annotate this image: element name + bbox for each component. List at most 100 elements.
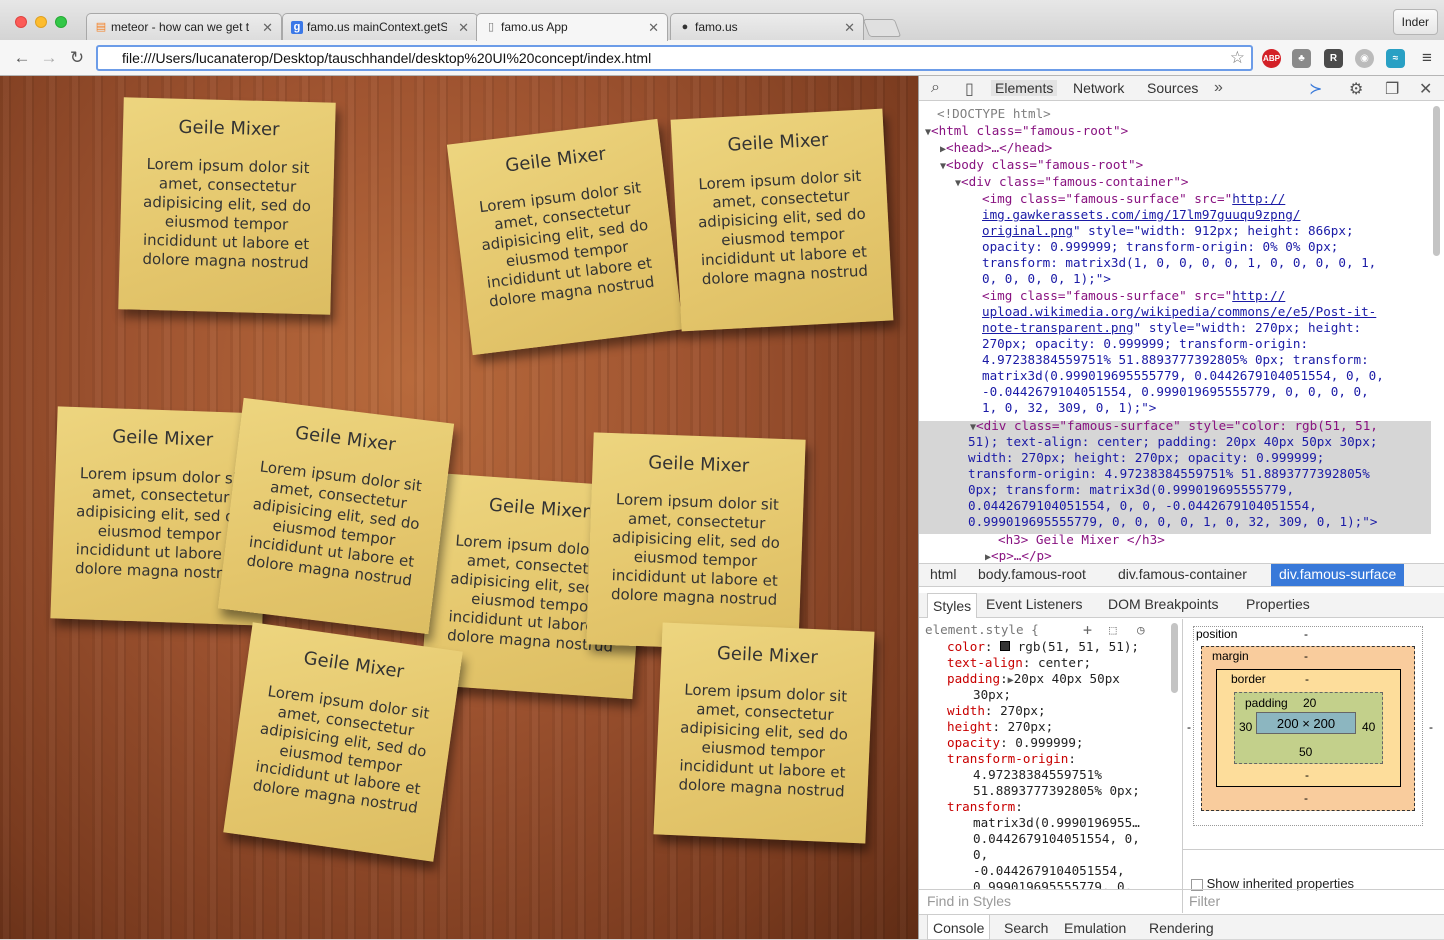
note-body: Lorem ipsum dolor sit amet, consectetur … bbox=[478, 178, 656, 311]
tab-close-icon[interactable]: ✕ bbox=[844, 20, 855, 36]
note-body: Lorem ipsum dolor sit amet, consectetur … bbox=[245, 457, 423, 590]
address-bar[interactable]: file:///Users/lucanaterop/Desktop/tausch… bbox=[96, 45, 1253, 71]
sticky-note[interactable]: Geile Mixer Lorem ipsum dolor sit amet, … bbox=[653, 622, 875, 844]
forward-arrow-icon[interactable]: → bbox=[39, 48, 59, 68]
style-prop-height[interactable]: height: 270px; bbox=[947, 719, 1053, 735]
device-mode-icon[interactable]: ▯ bbox=[965, 79, 974, 99]
chrome-menu-icon[interactable]: ≡ bbox=[1417, 48, 1437, 68]
new-tab-button[interactable] bbox=[862, 19, 902, 37]
filter-input[interactable]: Filter bbox=[1189, 893, 1220, 909]
tab-styles[interactable]: Styles bbox=[927, 593, 978, 618]
breadcrumb-html[interactable]: html bbox=[927, 566, 959, 582]
close-icon[interactable]: ✕ bbox=[1419, 79, 1432, 99]
more-tabs-icon[interactable]: » bbox=[1214, 79, 1223, 97]
tab-properties[interactable]: Properties bbox=[1246, 596, 1310, 612]
attr-line: 0px; transform: matrix3d(0.9990196955557… bbox=[968, 482, 1295, 497]
reload-icon[interactable]: ↻ bbox=[67, 48, 87, 68]
attr-line: 0.999019695555779, 0, 0, 0, 0, 1, 0, 32,… bbox=[968, 514, 1378, 529]
tab-sources[interactable]: Sources bbox=[1147, 80, 1198, 96]
img-src-link[interactable]: img.gawkerassets.com/img/17lm97guuqu9zpn… bbox=[982, 207, 1300, 223]
tab-rendering[interactable]: Rendering bbox=[1149, 920, 1214, 936]
profile-button[interactable]: Inder bbox=[1392, 9, 1438, 35]
style-prop-opacity[interactable]: opacity: 0.999999; bbox=[947, 735, 1084, 751]
bookmark-star-icon[interactable]: ☆ bbox=[1230, 48, 1245, 68]
browser-tab-active[interactable]: ▯ famo.us App ✕ bbox=[476, 13, 668, 41]
note-heading: Geile Mixer bbox=[726, 129, 829, 156]
dom-node-img[interactable]: <img class="famous-surface" src="http:// bbox=[982, 191, 1285, 207]
sticky-note[interactable]: Geile Mixer Lorem ipsum dolor sit amet, … bbox=[446, 118, 684, 356]
console-drawer-icon[interactable]: ≻ bbox=[1309, 79, 1322, 99]
tab-dom-breakpoints[interactable]: DOM Breakpoints bbox=[1108, 596, 1218, 612]
tab-close-icon[interactable]: ✕ bbox=[262, 20, 273, 36]
search-icon[interactable]: ⌕ bbox=[931, 79, 940, 97]
style-prop-transform[interactable]: transform: bbox=[947, 799, 1023, 815]
dom-node[interactable]: ▼<div class="famous-container"> bbox=[955, 174, 1189, 192]
metric-value: - bbox=[1305, 768, 1309, 782]
attr-line: opacity: 0.999999; transform-origin: 0% … bbox=[982, 239, 1339, 254]
browser-tab[interactable]: ▤ meteor - how can we get t ✕ bbox=[86, 13, 282, 41]
tab-close-icon[interactable]: ✕ bbox=[458, 20, 469, 36]
add-rule-icon[interactable]: + bbox=[1083, 622, 1092, 638]
img-src-link[interactable]: upload.wikimedia.org/wikipedia/commons/e… bbox=[982, 304, 1376, 320]
style-prop-transform-origin[interactable]: transform-origin: bbox=[947, 751, 1076, 767]
styles-pane[interactable]: element.style { + ⬚ ◷ color: rgb(51, 51,… bbox=[919, 619, 1181, 889]
padding-left-value[interactable]: 30 bbox=[1239, 720, 1252, 734]
dom-tree-scrollbar[interactable] bbox=[1433, 106, 1440, 256]
dock-side-icon[interactable]: ❐ bbox=[1385, 79, 1399, 99]
padding-bottom-value[interactable]: 50 bbox=[1299, 745, 1312, 759]
sticky-note[interactable]: Geile Mixer Lorem ipsum dolor sit amet, … bbox=[217, 397, 455, 635]
breadcrumb-body[interactable]: body.famous-root bbox=[975, 566, 1089, 582]
sticky-note[interactable]: Geile Mixer Lorem ipsum dolor sit amet, … bbox=[670, 108, 894, 332]
close-window-button[interactable] bbox=[15, 16, 27, 28]
color-swatch[interactable] bbox=[1000, 641, 1011, 651]
dom-node-img[interactable]: <img class="famous-surface" src="http:// bbox=[982, 288, 1285, 304]
style-value: matrix3d(0.9990196955… bbox=[973, 815, 1140, 830]
extension-wave-icon[interactable]: ≈ bbox=[1386, 49, 1405, 68]
extension-circle-icon[interactable]: ◉ bbox=[1355, 49, 1374, 68]
browser-tab[interactable]: ● famo.us ✕ bbox=[670, 13, 864, 41]
note-body: Lorem ipsum dolor sit amet, consectetur … bbox=[697, 166, 869, 289]
back-arrow-icon[interactable]: ← bbox=[12, 48, 32, 68]
find-in-styles-input[interactable]: Find in Styles bbox=[927, 893, 1011, 909]
breadcrumb-container[interactable]: div.famous-container bbox=[1115, 566, 1250, 582]
breadcrumb-surface[interactable]: div.famous-surface bbox=[1271, 564, 1405, 586]
adblock-plus-icon[interactable]: ABP bbox=[1262, 49, 1281, 68]
style-prop-width[interactable]: width: 270px; bbox=[947, 703, 1046, 719]
minimize-window-button[interactable] bbox=[35, 16, 47, 28]
extension-puzzle-icon[interactable]: ♣ bbox=[1292, 49, 1311, 68]
style-prop-color[interactable]: color: rgb(51, 51, 51); bbox=[947, 639, 1139, 655]
tab-event-listeners[interactable]: Event Listeners bbox=[986, 596, 1083, 612]
metric-value: - bbox=[1305, 672, 1309, 686]
sticky-note[interactable]: Geile Mixer Lorem ipsum dolor sit amet, … bbox=[586, 432, 806, 652]
sticky-note[interactable]: Geile Mixer Lorem ipsum dolor sit amet, … bbox=[223, 622, 463, 862]
note-body: Lorem ipsum dolor sit amet, consectetur … bbox=[610, 490, 781, 609]
tab-console[interactable]: Console bbox=[927, 915, 991, 940]
toggle-state-icon[interactable]: ⬚ bbox=[1109, 622, 1117, 638]
zoom-window-button[interactable] bbox=[55, 16, 67, 28]
note-heading: Geile Mixer bbox=[178, 116, 280, 141]
dom-tree[interactable]: <!DOCTYPE html> ▼<html class="famous-roo… bbox=[919, 102, 1431, 562]
padding-top-value[interactable]: 20 bbox=[1303, 696, 1316, 710]
google-icon: g bbox=[291, 21, 303, 34]
tab-emulation[interactable]: Emulation bbox=[1064, 920, 1126, 936]
note-heading: Geile Mixer bbox=[716, 642, 819, 669]
dom-node-h3[interactable]: <h3> Geile Mixer </h3> bbox=[998, 532, 1165, 548]
browser-tab[interactable]: g famo.us mainContext.getSi ✕ bbox=[282, 13, 478, 41]
tab-search[interactable]: Search bbox=[1004, 920, 1048, 936]
padding-right-value[interactable]: 40 bbox=[1362, 720, 1375, 734]
sticky-note[interactable]: Geile Mixer Lorem ipsum dolor sit amet, … bbox=[118, 97, 336, 315]
animations-icon[interactable]: ◷ bbox=[1137, 622, 1145, 638]
dom-node[interactable]: ▼<html class="famous-root"> bbox=[925, 123, 1128, 141]
tab-elements[interactable]: Elements bbox=[991, 80, 1058, 96]
dom-node[interactable]: ▼<body class="famous-root"> bbox=[940, 157, 1143, 175]
content-box[interactable]: 200 × 200 bbox=[1256, 712, 1356, 734]
gear-icon[interactable]: ⚙ bbox=[1349, 79, 1363, 99]
tab-network[interactable]: Network bbox=[1073, 80, 1124, 96]
extension-r-icon[interactable]: R bbox=[1324, 49, 1343, 68]
dom-node[interactable]: ▶<head>…</head> bbox=[940, 140, 1052, 158]
styles-scrollbar[interactable] bbox=[1171, 623, 1178, 693]
dom-node-p[interactable]: ▶<p>…</p> bbox=[985, 548, 1052, 562]
drawer-tabs: Console Search Emulation Rendering bbox=[919, 914, 1444, 940]
style-prop-text-align[interactable]: text-align: center; bbox=[947, 655, 1091, 671]
tab-close-icon[interactable]: ✕ bbox=[648, 20, 659, 36]
